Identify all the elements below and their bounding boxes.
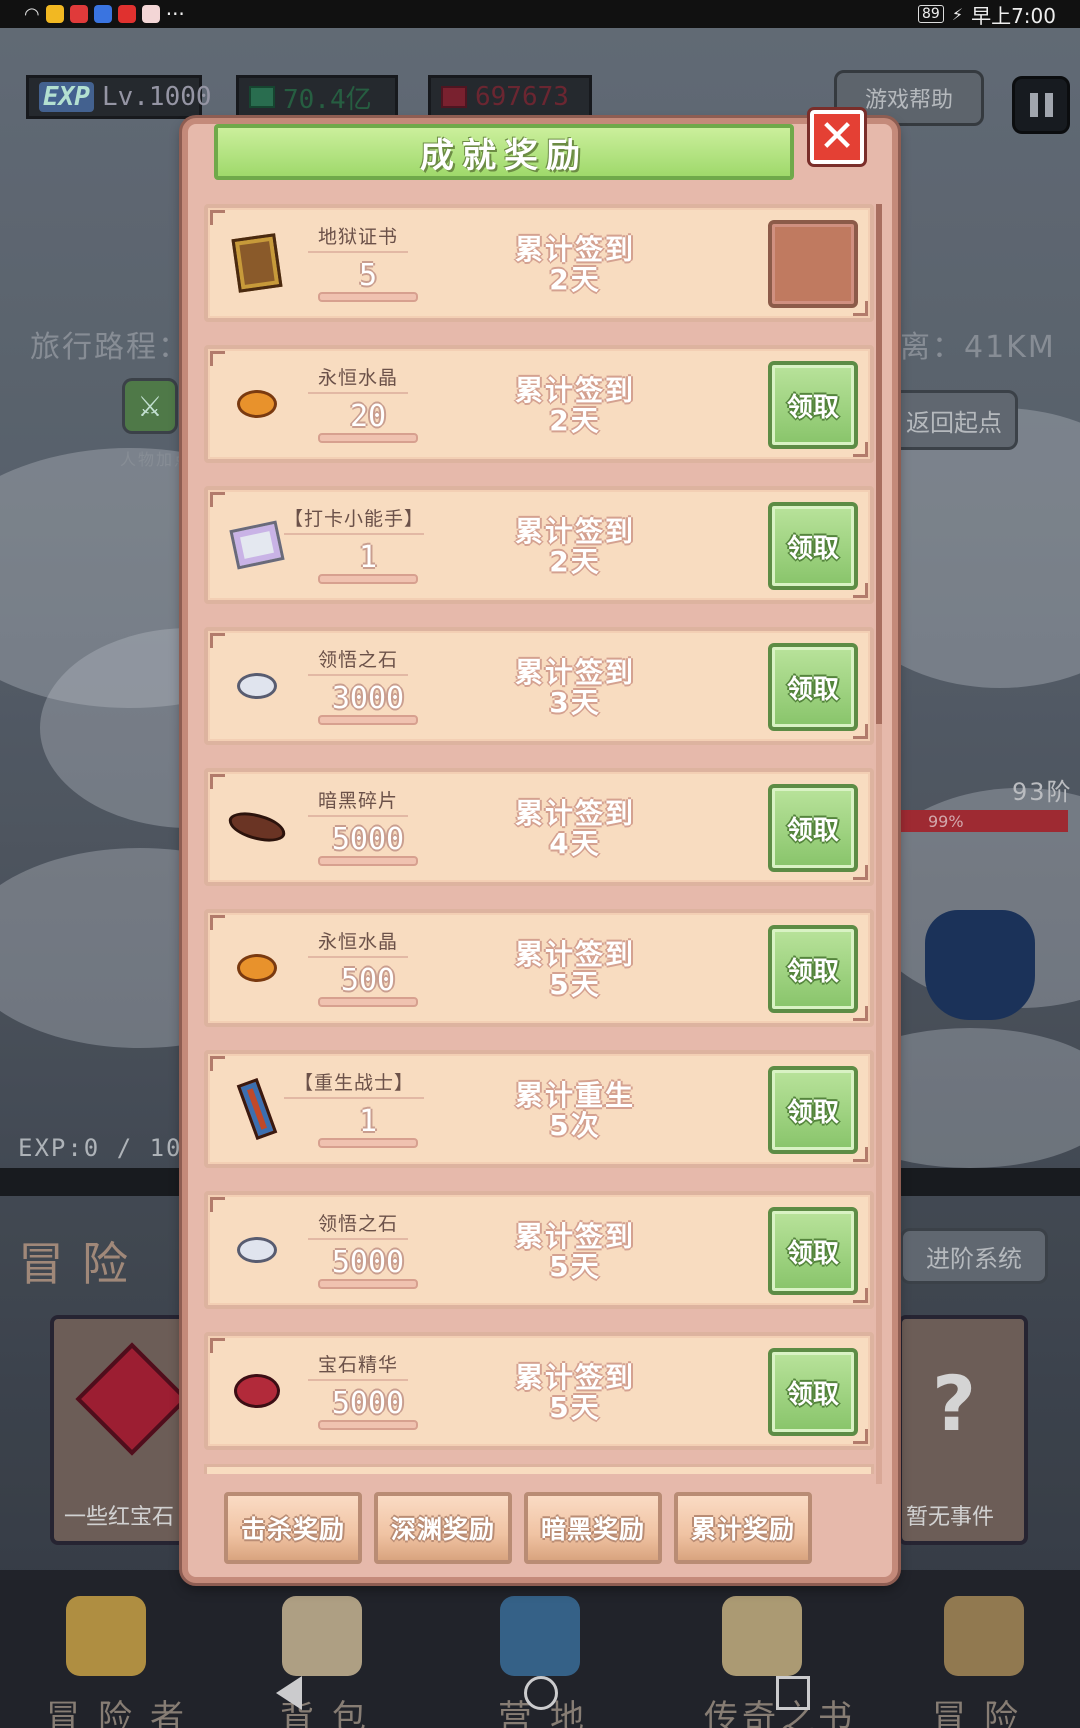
item-name: 地狱证书: [308, 222, 408, 253]
item-count: 20: [349, 399, 387, 434]
count-underline: [318, 856, 418, 866]
battery-level: 89: [918, 5, 944, 23]
reward-row: 暗黑碎片 5000 累计签到 4天 领取: [204, 768, 874, 886]
condition-value: 5次: [549, 1109, 601, 1142]
close-button[interactable]: ✕: [807, 107, 867, 167]
reward-row: 永恒水晶 500 累计签到 5天 领取: [204, 909, 874, 1027]
reward-row: 永恒水晶 20 累计签到 2天 领取: [204, 345, 874, 463]
claim-button[interactable]: 领取: [768, 502, 858, 590]
item-count: 1: [358, 540, 378, 575]
book-icon: [226, 232, 288, 294]
more-notifications: ···: [165, 2, 185, 26]
condition-value: 2天: [549, 263, 601, 296]
condition-value: 5天: [549, 968, 601, 1001]
count-underline: [318, 574, 418, 584]
item-name: 领悟之石: [308, 1209, 408, 1240]
item-count: 5000: [331, 1386, 405, 1421]
item-name: 暗黑碎片: [308, 786, 408, 817]
item-count: 500: [340, 963, 396, 998]
scrollbar-thumb[interactable]: [876, 204, 882, 724]
tab-abyss-reward[interactable]: 深渊奖励: [374, 1492, 512, 1564]
reward-row: 领悟之石 5000 累计签到 5天 领取: [204, 1191, 874, 1309]
tab-dark-reward[interactable]: 暗黑奖励: [524, 1492, 662, 1564]
reward-row: 领悟之石 3000 累计签到 3天 领取: [204, 627, 874, 745]
claim-button[interactable]: 领取: [768, 784, 858, 872]
condition-value: 4天: [549, 827, 601, 860]
item-count: 1: [358, 1104, 378, 1139]
clock: 早上7:00: [971, 3, 1056, 28]
item-name: 领悟之石: [308, 645, 408, 676]
count-underline: [318, 715, 418, 725]
reward-row-partial: [204, 1464, 874, 1474]
reward-tabs: 击杀奖励 深渊奖励 暗黑奖励 累计奖励: [224, 1492, 812, 1564]
reward-row: 宝石精华 5000 累计签到 5天 领取: [204, 1332, 874, 1450]
wifi-icon: ◠: [24, 3, 40, 25]
item-name: 【打卡小能手】: [284, 504, 424, 535]
app-icon-blue: [93, 5, 112, 23]
condition-value: 2天: [549, 545, 601, 578]
app-icon-yellow: [45, 5, 64, 23]
claim-button[interactable]: 领取: [768, 1207, 858, 1295]
tab-kill-reward[interactable]: 击杀奖励: [224, 1492, 362, 1564]
claim-button[interactable]: 领取: [768, 361, 858, 449]
rebirth-scroll-icon: [226, 1077, 288, 1141]
dark-shard-icon: [226, 796, 288, 858]
condition-value: 3天: [549, 686, 601, 719]
claim-button[interactable]: 领取: [768, 1066, 858, 1154]
condition-value: 2天: [549, 404, 601, 437]
orange-crystal-icon: [226, 937, 288, 999]
item-name: 永恒水晶: [308, 927, 408, 958]
count-underline: [318, 1279, 418, 1289]
charging-icon: ⚡: [951, 4, 964, 24]
silver-stone-icon: [226, 1219, 288, 1281]
item-name: 永恒水晶: [308, 363, 408, 394]
tab-cumulative-reward[interactable]: 累计奖励: [674, 1492, 812, 1564]
orange-crystal-icon: [226, 373, 288, 435]
status-bar: ◠ ··· 89 ⚡ 早上7:00: [0, 0, 1080, 28]
count-underline: [318, 1138, 418, 1148]
reward-row: 【打卡小能手】 1 累计签到 2天 领取: [204, 486, 874, 604]
claim-button[interactable]: 领取: [768, 643, 858, 731]
item-count: 5000: [331, 1245, 405, 1280]
item-name: 宝石精华: [308, 1350, 408, 1381]
app-icon-pink: [141, 5, 160, 23]
condition-value: 5天: [549, 1250, 601, 1283]
silver-stone-icon: [226, 655, 288, 717]
item-count: 5: [358, 258, 378, 293]
app-icon-weibo: [117, 5, 136, 23]
app-icon-red: [69, 5, 88, 23]
item-count: 5000: [331, 822, 405, 857]
item-count: 3000: [331, 681, 405, 716]
modal-title: 成就奖励: [214, 124, 794, 180]
reward-row: 【重生战士】 1 累计重生 5次 领取: [204, 1050, 874, 1168]
count-underline: [318, 997, 418, 1007]
count-underline: [318, 433, 418, 443]
count-underline: [318, 292, 418, 302]
gem-essence-icon: [226, 1360, 288, 1422]
condition-value: 5天: [549, 1391, 601, 1424]
claim-button[interactable]: 领取: [768, 925, 858, 1013]
claimed-button: [768, 220, 858, 308]
scroll-icon: [226, 514, 288, 576]
item-name: 【重生战士】: [284, 1068, 424, 1099]
count-underline: [318, 1420, 418, 1430]
claim-button[interactable]: 领取: [768, 1348, 858, 1436]
reward-row: 地狱证书 5 累计签到 2天: [204, 204, 874, 322]
achievement-reward-modal: 成就奖励 ✕ 地狱证书 5 累计签到 2天 永恒水晶 20 累计签到 2天 领取: [182, 107, 898, 1583]
